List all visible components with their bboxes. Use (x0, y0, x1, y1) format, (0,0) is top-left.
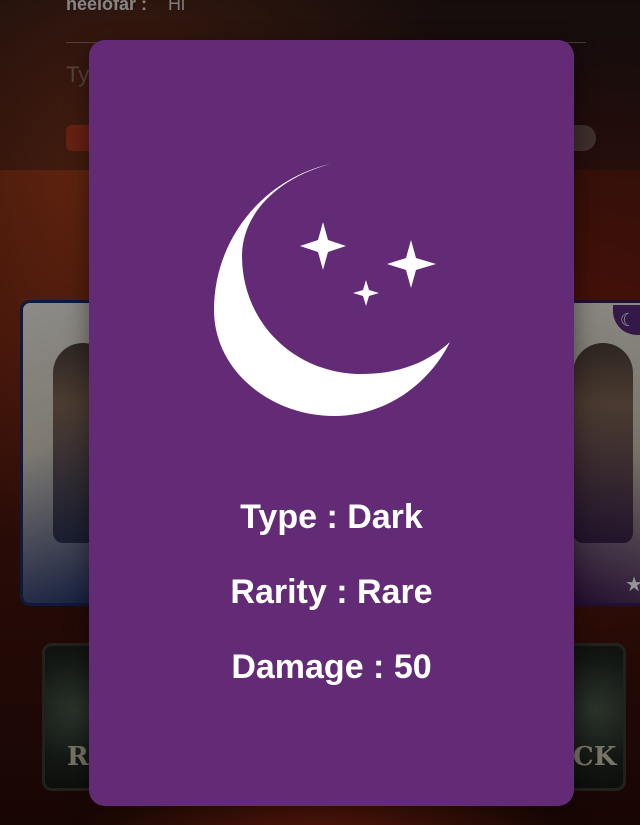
card-damage-text: Damage : 50 (231, 648, 432, 686)
game-screen: neelofar : Hi Ty ☾ ★ R CK Type : Dark Ra… (0, 0, 640, 825)
card-detail-modal[interactable]: Type : Dark Rarity : Rare Damage : 50 (89, 40, 574, 806)
card-rarity-text: Rarity : Rare (230, 573, 433, 611)
card-type-text: Type : Dark (240, 498, 423, 536)
crescent-moon-stars-icon (214, 164, 450, 416)
